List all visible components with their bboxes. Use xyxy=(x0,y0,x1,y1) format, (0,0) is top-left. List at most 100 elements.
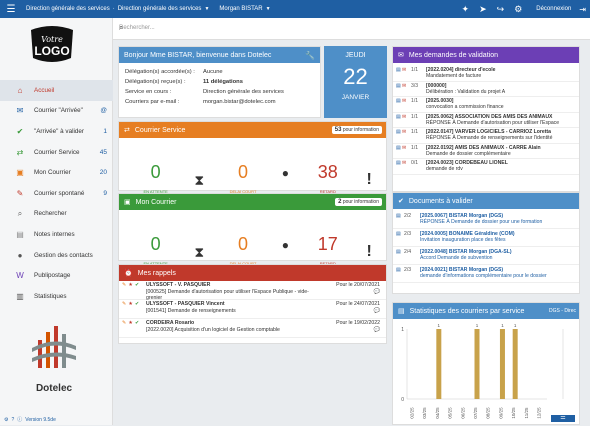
menu-button[interactable]: ☰ xyxy=(551,415,575,422)
validation-count: 3/3 xyxy=(411,82,419,89)
hourglass-icon: ⧗ xyxy=(194,172,205,188)
wrench-icon[interactable]: 🔧 xyxy=(305,51,315,60)
date-widget: JEUDI 22 JANVIER xyxy=(324,46,387,118)
sidebar-item-statistiques[interactable]: ▥ Statistiques xyxy=(0,286,113,307)
validation-item[interactable]: ▤ ✉ 1/1 [2025.0030] convocation a commission… xyxy=(393,97,579,113)
stat-delai-court[interactable]: 0DELAI COURT xyxy=(220,234,265,266)
info-icon[interactable]: ⓘ xyxy=(17,416,22,423)
rappel-item[interactable]: ✎ ★ ✔ ULYSSOFT - PASQUIER Vincent [001541] D… xyxy=(119,300,386,319)
star-icon[interactable]: ★ xyxy=(128,320,133,326)
welcome-row-value: Aucune xyxy=(203,69,223,75)
validation-item[interactable]: ▤ ✉ 3/3 [000000] Délibération : Validation d… xyxy=(393,82,579,97)
sidebar-item-label: Mon Courrier xyxy=(34,169,71,177)
stat-retard[interactable]: 38 RETARD xyxy=(305,162,350,194)
pen-icon[interactable]: ✎ xyxy=(122,282,126,288)
star-icon[interactable]: ★ xyxy=(128,282,133,288)
pen-icon[interactable]: ✎ xyxy=(122,301,126,307)
sidebar-item-accueil[interactable]: ⌂ Accueil xyxy=(0,80,113,101)
info-badge[interactable]: 53 pour information xyxy=(331,126,382,134)
sidebar-item-courrier-spontan[interactable]: ✎ Courrier spontané 9 xyxy=(0,183,113,204)
stat-en-attente[interactable]: 0EN ATTENTE xyxy=(133,234,178,266)
check-icon[interactable]: ✔ xyxy=(135,320,139,326)
document-item[interactable]: ▤ 2/3 [2024.0005] BONAIME Géraldine (COM) I… xyxy=(393,229,579,247)
pen-icon[interactable]: ✎ xyxy=(122,320,126,326)
validation-subject: Mandatement de facture xyxy=(426,73,482,80)
document-item[interactable]: ▤ 2/3 [2024.0021] BISTAR Morgan (DGS) deman… xyxy=(393,265,579,283)
document-icon: ▤ xyxy=(396,98,401,104)
star-icon[interactable]: ★ xyxy=(128,301,133,307)
search-icon[interactable]: ⌕ xyxy=(119,23,580,33)
sidebar-item-courrier-arriv-e[interactable]: ✉ Courrier "Arrivée" @ xyxy=(0,101,113,122)
check-icon[interactable]: ✔ xyxy=(135,282,139,288)
documents-panel: ✔ Documents à valider ▤ 2/2 [2025.0067] BI… xyxy=(392,192,580,294)
logout-button[interactable]: Déconnexion xyxy=(536,6,571,12)
welcome-row-value: morgan.bistar@dotelec.com xyxy=(203,99,276,105)
courrier-service-header[interactable]: ⇄ Courrier Service 53 pour information xyxy=(119,122,386,138)
sparkle-icon[interactable]: ✦ xyxy=(462,4,470,15)
sidebar-item-courrier-service[interactable]: ⇄ Courrier Service 45 xyxy=(0,142,113,163)
documents-header: ✔ Documents à valider xyxy=(393,193,579,209)
stats-service-label[interactable]: DGS - Direc xyxy=(549,308,576,314)
x-tick-label: 08/25 xyxy=(486,407,491,419)
chevron-down-icon[interactable]: ▼ xyxy=(266,6,271,12)
stats-panel: ▤ Statistiques des courriers par service… xyxy=(392,302,580,426)
alert-icon: ! xyxy=(366,171,372,188)
stat-en-attente[interactable]: 0EN ATTENTE xyxy=(133,162,178,194)
hamburger-menu-icon[interactable]: ☰ xyxy=(4,4,18,15)
breadcrumb-service-select[interactable]: Direction générale des services xyxy=(118,6,202,12)
chevron-down-icon[interactable]: ▼ xyxy=(204,6,209,12)
document-icon: ▤ xyxy=(396,82,401,89)
sidebar-item-gestion-des-contacts[interactable]: ● Gestion des contacts xyxy=(0,245,113,266)
sidebar-item-notes-internes[interactable]: ▤ Notes internes xyxy=(0,224,113,245)
welcome-row-value[interactable]: 11 délégations xyxy=(203,79,243,85)
document-item[interactable]: ▤ 2/2 [2025.0067] BISTAR Morgan (DGS) RÉPON… xyxy=(393,211,579,229)
sidebar-item-publipostage[interactable]: W Publipostage xyxy=(0,265,113,286)
check-icon[interactable]: ✔ xyxy=(135,301,139,307)
alarm-icon: ⏰ xyxy=(124,270,133,277)
sidebar-item-label: Publipostage xyxy=(34,272,71,280)
sidebar-item-mon-courrier[interactable]: ▣ Mon Courrier 20 xyxy=(0,162,113,183)
share-icon[interactable]: ↪ xyxy=(497,4,505,15)
x-tick-label: 03/25 xyxy=(422,407,427,419)
send-icon[interactable]: ➤ xyxy=(479,4,487,15)
sidebar-item-arriv-e-valider[interactable]: ✔ "Arrivée" à valider 1 xyxy=(0,121,113,142)
validation-subject: RÉPONSE À Demande de renseignements sur … xyxy=(426,135,553,142)
document-icon: ▤ xyxy=(396,231,401,237)
mon-courrier-header[interactable]: ▣ Mon Courrier 2 pour information xyxy=(119,194,386,210)
info-badge[interactable]: 2 pour information xyxy=(335,198,382,206)
comment-icon[interactable]: 💬 xyxy=(322,289,380,296)
settings-icon[interactable]: ⚙ xyxy=(514,4,522,15)
welcome-details: Délégation(s) accordée(s) : Aucune Délégat… xyxy=(119,63,320,111)
document-icon: ▤ xyxy=(396,160,401,166)
stat-retard[interactable]: 17RETARD xyxy=(305,234,350,266)
stat-delai-court[interactable]: 0DELAI COURT xyxy=(220,162,265,194)
check-icon: ✔ xyxy=(16,126,24,136)
document-item[interactable]: ▤ 2/4 [2022.0048] BISTAR Morgan (DGA-SL) Ac… xyxy=(393,247,579,265)
rappel-item[interactable]: ✎ ★ ✔ ULYSSOFT - V. PASQUIER [000525] Demand… xyxy=(119,281,386,301)
sidebar-item-count: @ xyxy=(100,107,107,115)
comment-icon[interactable]: 💬 xyxy=(322,308,380,315)
rappel-item[interactable]: ✎ ★ ✔ CORDEIRA Rosario [2022.0020] Acquisiti… xyxy=(119,319,386,338)
validation-item[interactable]: ▤ ✉ 0/1 [2024.0023] CORDEBEAU LIONEL demande… xyxy=(393,159,579,175)
sidebar-item-rechercher[interactable]: ⌕ Rechercher xyxy=(0,204,113,225)
logout-icon[interactable]: ⇥ xyxy=(579,5,586,14)
gear-icon[interactable]: ⚙ xyxy=(4,417,8,423)
envelope-icon: ✉ xyxy=(402,113,407,120)
version-link[interactable]: Version 9.5de xyxy=(25,417,56,423)
validation-item[interactable]: ▤ ✉ 1/1 [2022.0204] directeur d'ecole Mandat… xyxy=(393,66,579,82)
rappel-subject: [2022.0020] Acquisition d'un logiciel de… xyxy=(146,326,280,333)
hourglass-icon: ⧗ xyxy=(194,244,205,260)
help-icon[interactable]: ? xyxy=(11,417,14,423)
sidebar-item-label: Notes internes xyxy=(34,230,75,238)
bar-chart-icon: ▤ xyxy=(398,308,405,315)
validation-item[interactable]: ▤ ✉ 1/1 [2025.0062] ASSOCIATION DES AMIS DE… xyxy=(393,113,579,128)
validation-item[interactable]: ▤ ✉ 1/1 [2022.0192] AMIS DES ANIMAUX - CARR… xyxy=(393,144,579,159)
user-menu[interactable]: Morgan BISTAR xyxy=(219,6,262,12)
breadcrumb-service[interactable]: Direction générale des services xyxy=(26,6,110,12)
comment-icon[interactable]: 💬 xyxy=(322,327,380,334)
sidebar: Votre LOGO ⌂ Accueil ✉ Courrier "Arrivée" @ ✔… xyxy=(0,18,113,425)
bomb-icon: ● xyxy=(281,238,289,252)
validation-item[interactable]: ▤ ✉ 1/1 [2022.0147] VARVER LOGICIELS - CARR… xyxy=(393,128,579,144)
welcome-row: Courriers par e-mail : morgan.bistar@dote… xyxy=(125,97,314,107)
bar-04/25 xyxy=(436,329,442,399)
